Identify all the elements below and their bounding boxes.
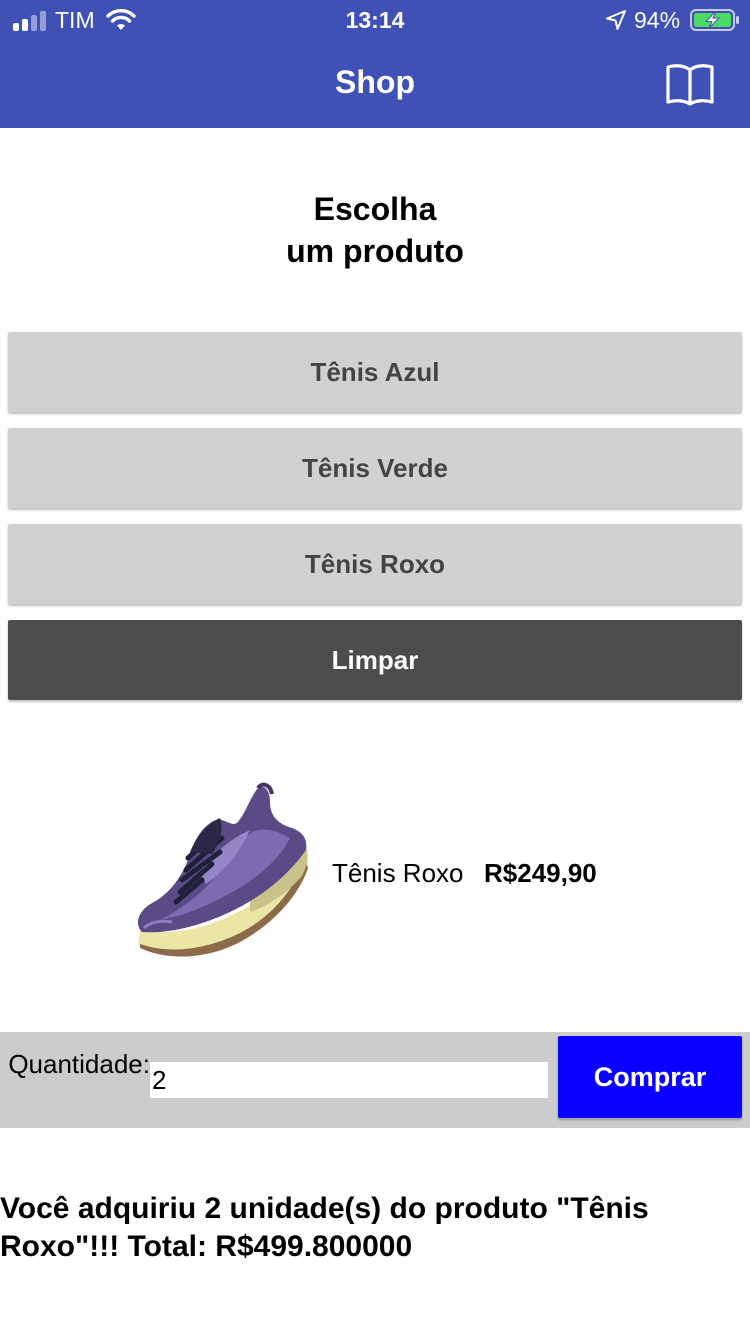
purple-sneaker-button[interactable]: Tênis Roxo — [8, 524, 742, 604]
purple-sneaker-image — [138, 782, 308, 957]
product-name: Tênis Roxo — [332, 858, 464, 888]
battery-charging-icon — [690, 9, 739, 31]
quantity-label: Quantidade: — [8, 1049, 150, 1079]
green-sneaker-button[interactable]: Tênis Verde — [8, 428, 742, 508]
location-arrow-icon — [606, 10, 626, 30]
quantity-input[interactable] — [150, 1062, 548, 1098]
app-header: TIM 13:14 94% Shop — [0, 0, 750, 128]
purchase-bar: Quantidade: Comprar — [0, 1032, 750, 1128]
buy-button[interactable]: Comprar — [558, 1036, 742, 1118]
purchase-result-message: Você adquiriu 2 unidade(s) do produto "T… — [0, 1192, 649, 1263]
status-bar: TIM 13:14 94% — [0, 0, 750, 40]
heading-line-2: um produto — [286, 233, 464, 269]
clear-button[interactable]: Limpar — [8, 620, 742, 700]
battery-percent: 94% — [634, 7, 681, 33]
book-icon[interactable] — [664, 62, 716, 106]
page-title: Shop — [335, 64, 415, 100]
selected-product: Tênis Roxo R$249,90 — [120, 772, 640, 972]
blue-sneaker-button[interactable]: Tênis Azul — [8, 332, 742, 412]
product-price: R$249,90 — [484, 858, 597, 888]
choose-product-heading: Escolha um produto — [0, 188, 750, 272]
heading-line-1: Escolha — [313, 191, 437, 227]
